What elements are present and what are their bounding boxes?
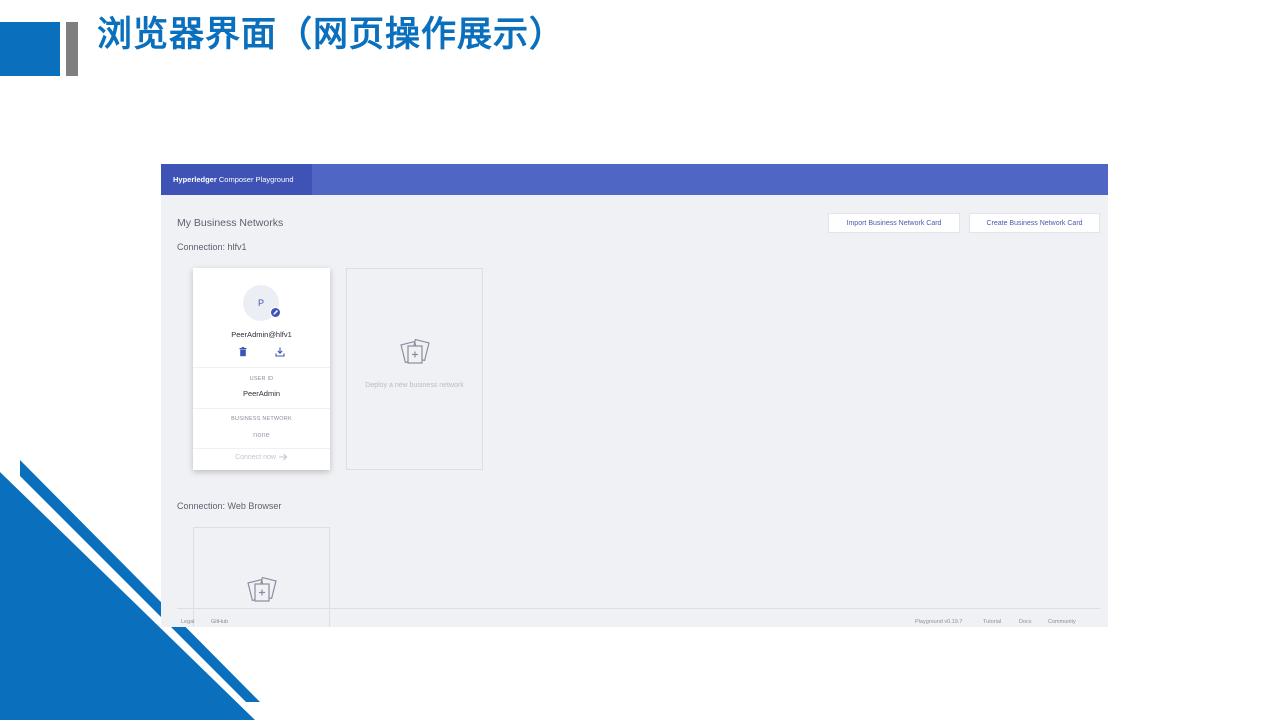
export-download-icon[interactable] [274,346,286,358]
business-network-value: none [253,430,270,439]
footer-link-legal[interactable]: Legal [181,619,194,625]
connection-label-web-browser: Connection: Web Browser [177,501,282,511]
top-navigation-bar: Hyperledger Composer Playground [161,164,1108,195]
footer-link-community[interactable]: Community [1048,619,1076,625]
footer-link-docs[interactable]: Docs [1019,619,1032,625]
connect-now-link[interactable]: Connect now [193,453,330,461]
brand-bold: Hyperledger [173,175,217,184]
divider [193,367,330,368]
footer-link-github[interactable]: GitHub [211,619,228,625]
card-name: PeerAdmin@hlfv1 [231,330,292,339]
footer-version: Playground v0.19.7 [915,619,963,625]
create-card-button[interactable]: Create Business Network Card [969,213,1100,233]
business-network-card: P PeerAdmin@hlfv1 USER ID PeerAdmin BUSI… [193,268,330,470]
deploy-network-tile[interactable]: Deploy a new business network [346,268,483,470]
composer-playground-window: Hyperledger Composer Playground My Busin… [161,164,1108,627]
slide-title: 浏览器界面（网页操作展示） [97,15,566,54]
business-network-label: BUSINESS NETWORK [231,416,292,422]
slide-accent-bar [66,22,78,76]
connection-label-hlfv1: Connection: hlfv1 [177,242,247,252]
delete-trash-icon[interactable] [237,346,249,358]
deploy-network-tile-web[interactable] [193,527,330,627]
import-card-button[interactable]: Import Business Network Card [828,213,960,233]
user-id-label: USER ID [249,376,274,382]
slide-accent-square [0,22,60,76]
footer-divider [177,608,1100,609]
footer-link-tutorial[interactable]: Tutorial [983,619,1001,625]
divider [193,408,330,409]
deploy-cards-icon [247,576,277,602]
page-title: My Business Networks [177,217,284,229]
connect-now-label: Connect now [235,453,276,461]
app-brand[interactable]: Hyperledger Composer Playground [161,164,312,195]
arrow-right-icon [278,453,288,461]
divider [193,448,330,449]
brand-rest: Composer Playground [216,175,294,184]
user-id-value: PeerAdmin [242,389,281,398]
deploy-cards-icon [400,338,430,364]
deploy-network-text: Deploy a new business network [365,382,464,389]
edit-pencil-icon[interactable] [270,307,281,318]
